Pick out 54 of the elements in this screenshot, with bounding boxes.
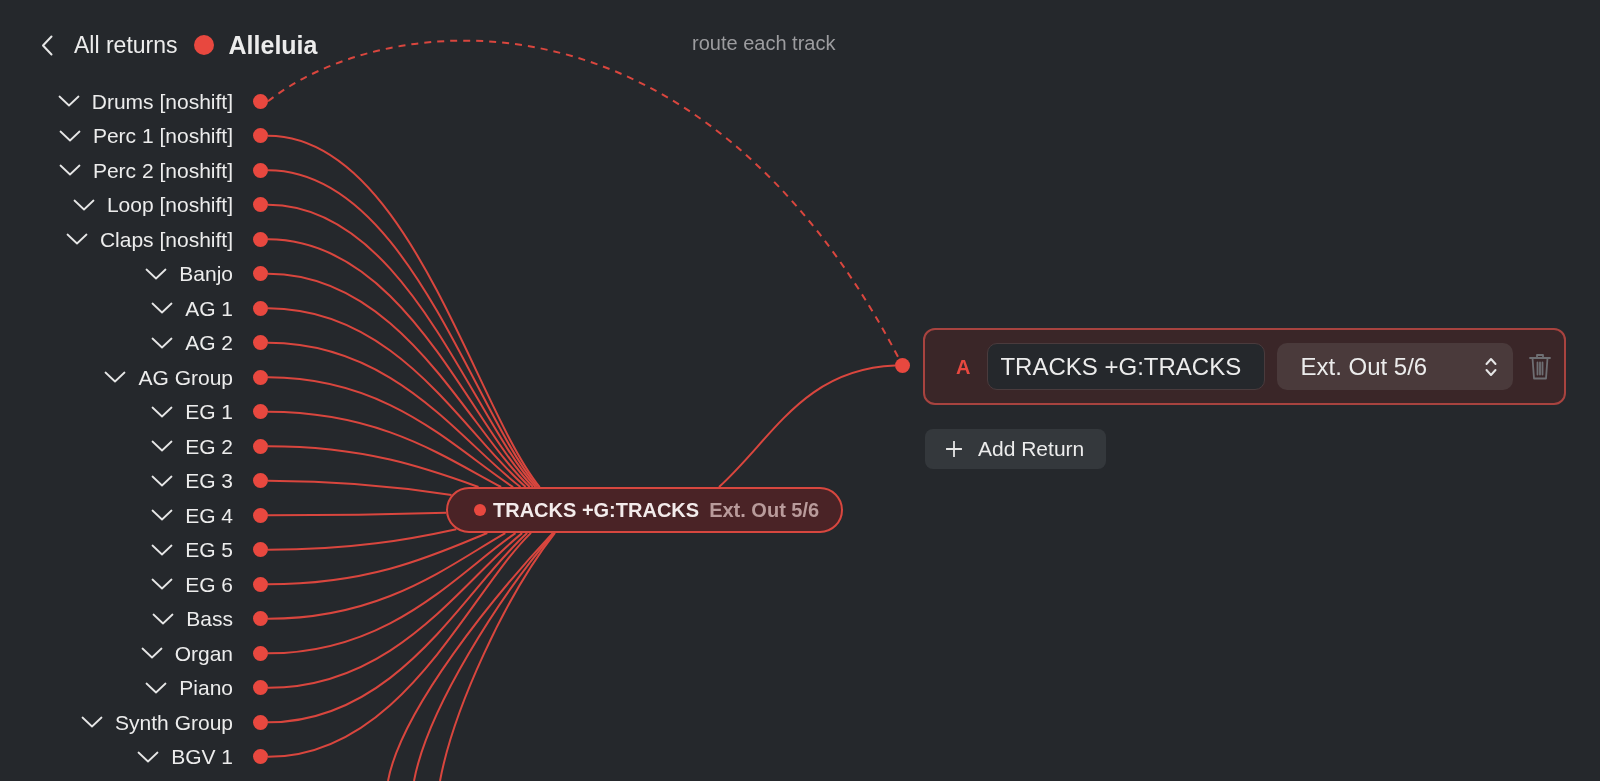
chevron-down-icon[interactable] [151,509,174,522]
back-button[interactable]: All returns [41,33,178,57]
trash-icon[interactable] [1529,353,1552,380]
group-node[interactable]: TRACKS +G:TRACKS Ext. Out 5/6 [446,487,844,533]
track-name: Loop [noshift] [106,194,233,216]
track-name: AG 1 [185,297,233,319]
chevron-down-icon[interactable] [151,474,174,487]
chevron-down-icon[interactable] [145,681,168,694]
chevron-down-icon[interactable] [104,371,127,384]
track-name: Perc 2 [noshift] [92,159,233,181]
track-name: Perc 1 [noshift] [92,125,233,147]
node-name: TRACKS +G:TRACKS [493,500,700,520]
track-name: EG 1 [185,401,233,423]
chevron-down-icon[interactable] [137,750,160,763]
return-name-field[interactable]: TRACKS +G:TRACKS [987,343,1266,390]
chevron-down-icon[interactable] [151,405,174,418]
chevron-down-icon[interactable] [152,612,175,625]
chevron-down-icon[interactable] [151,336,174,349]
chevron-down-icon[interactable] [151,543,174,556]
track-name: Piano [179,677,233,699]
track-name: EG 5 [185,539,233,561]
chevron-down-icon[interactable] [58,129,81,142]
plus-icon [946,441,962,457]
track-name: AG Group [138,366,233,388]
hint-text: route each track [692,33,836,53]
chevron-down-icon[interactable] [151,440,174,453]
return-letter: A [956,356,971,377]
chevron-left-icon [41,34,53,56]
track-name: EG 4 [185,504,233,526]
up-down-chevron-icon [1485,356,1498,377]
page-title: Alleluia [228,32,318,58]
chevron-down-icon[interactable] [65,233,88,246]
track-name: Bass [186,608,233,630]
track-name: EG 3 [185,470,233,492]
chevron-down-icon[interactable] [151,578,174,591]
track-name: BGV 1 [171,746,233,768]
track-name: Organ [174,642,233,664]
add-return-button[interactable]: Add Return [925,429,1107,469]
chevron-down-icon[interactable] [57,95,80,108]
node-output: Ext. Out 5/6 [709,500,820,520]
track-name: Banjo [179,263,233,285]
track-name: Claps [noshift] [99,228,233,250]
chevron-down-icon[interactable] [81,716,104,729]
track-name: EG 2 [185,435,233,457]
track-name: AG 2 [185,332,233,354]
chevron-down-icon[interactable] [145,267,168,280]
track-name: Drums [noshift] [91,90,233,112]
track-name: Synth Group [115,711,233,733]
chevron-down-icon[interactable] [72,198,95,211]
output-select[interactable]: Ext. Out 5/6 [1277,343,1514,390]
chevron-down-icon[interactable] [151,302,174,315]
chevron-down-icon[interactable] [140,647,163,660]
track-name: EG 6 [185,573,233,595]
chevron-down-icon[interactable] [58,164,81,177]
